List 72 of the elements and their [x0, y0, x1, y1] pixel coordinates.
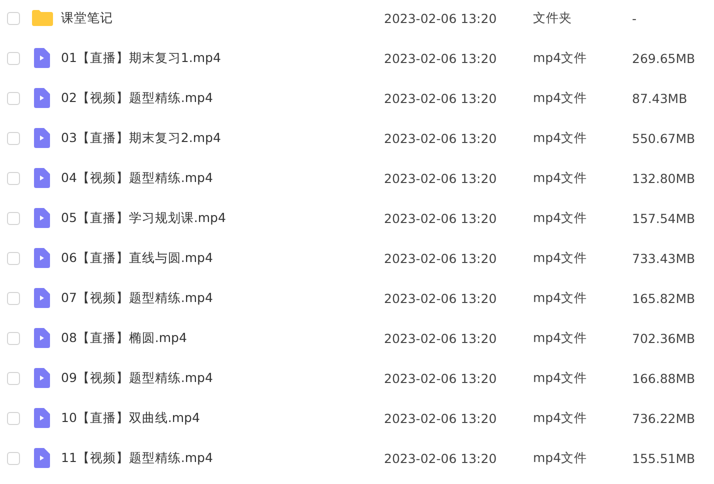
file-type: mp4文件: [533, 410, 588, 426]
video-file-icon: [34, 328, 50, 348]
file-name[interactable]: 课堂笔记: [61, 10, 384, 26]
video-file-icon: [34, 408, 50, 428]
video-file-icon: [34, 88, 50, 108]
file-name[interactable]: 10【直播】双曲线.mp4: [61, 410, 384, 426]
file-type: mp4文件: [533, 170, 588, 186]
checkbox[interactable]: [7, 372, 20, 384]
file-name[interactable]: 07【视频】题型精练.mp4: [61, 290, 384, 306]
modified-date: 2023-02-06 13:20: [384, 10, 498, 26]
file-size: -: [632, 10, 637, 26]
modified-date: 2023-02-06 13:20: [384, 210, 498, 226]
video-file-icon: [34, 168, 50, 188]
modified-date: 2023-02-06 13:20: [384, 450, 498, 466]
file-type: mp4文件: [533, 330, 588, 346]
file-size: 165.82MB: [632, 290, 696, 306]
modified-date: 2023-02-06 13:20: [384, 170, 498, 186]
file-type: mp4文件: [533, 370, 588, 386]
checkbox[interactable]: [7, 12, 20, 24]
modified-date: 2023-02-06 13:20: [384, 90, 498, 106]
checkbox[interactable]: [7, 92, 20, 104]
file-name[interactable]: 02【视频】题型精练.mp4: [61, 90, 384, 106]
file-size: 157.54MB: [632, 210, 696, 226]
file-name[interactable]: 08【直播】椭圆.mp4: [61, 330, 384, 346]
file-size: 702.36MB: [632, 330, 696, 346]
checkbox[interactable]: [7, 212, 20, 224]
modified-date: 2023-02-06 13:20: [384, 370, 498, 386]
modified-date: 2023-02-06 13:20: [384, 50, 498, 66]
file-size: 87.43MB: [632, 90, 688, 106]
file-size: 166.88MB: [632, 370, 696, 386]
file-name[interactable]: 01【直播】期末复习1.mp4: [61, 50, 384, 66]
file-name[interactable]: 03【直播】期末复习2.mp4: [61, 130, 384, 146]
folder-icon: [32, 10, 52, 26]
modified-date: 2023-02-06 13:20: [384, 410, 498, 426]
modified-date: 2023-02-06 13:20: [384, 250, 498, 266]
file-type: mp4文件: [533, 250, 588, 266]
file-size: 132.80MB: [632, 170, 696, 186]
checkbox[interactable]: [7, 332, 20, 344]
checkbox[interactable]: [7, 292, 20, 304]
video-file-icon: [34, 208, 50, 228]
checkbox[interactable]: [7, 252, 20, 264]
file-type: mp4文件: [533, 130, 588, 146]
file-size: 155.51MB: [632, 450, 696, 466]
file-size: 269.65MB: [632, 50, 696, 66]
file-type: mp4文件: [533, 290, 588, 306]
checkbox[interactable]: [7, 52, 20, 64]
checkbox[interactable]: [7, 132, 20, 144]
video-file-icon: [34, 288, 50, 308]
modified-date: 2023-02-06 13:20: [384, 330, 498, 346]
file-name[interactable]: 09【视频】题型精练.mp4: [61, 370, 384, 386]
file-type: mp4文件: [533, 90, 588, 106]
video-file-icon: [34, 368, 50, 388]
file-type: mp4文件: [533, 450, 588, 466]
file-size: 550.67MB: [632, 130, 696, 146]
video-file-icon: [34, 48, 50, 68]
file-type: mp4文件: [533, 210, 588, 226]
file-name[interactable]: 05【直播】学习规划课.mp4: [61, 210, 384, 226]
checkbox[interactable]: [7, 452, 20, 464]
checkbox[interactable]: [7, 412, 20, 424]
modified-date: 2023-02-06 13:20: [384, 130, 498, 146]
video-file-icon: [34, 128, 50, 148]
modified-date: 2023-02-06 13:20: [384, 290, 498, 306]
file-size: 733.43MB: [632, 250, 696, 266]
file-type: 文件夹: [533, 10, 573, 26]
video-file-icon: [34, 248, 50, 268]
checkbox[interactable]: [7, 172, 20, 184]
video-file-icon: [34, 448, 50, 468]
file-name[interactable]: 06【直播】直线与圆.mp4: [61, 250, 384, 266]
file-size: 736.22MB: [632, 410, 696, 426]
file-name[interactable]: 11【视频】题型精练.mp4: [61, 450, 384, 466]
file-name[interactable]: 04【视频】题型精练.mp4: [61, 170, 384, 186]
file-type: mp4文件: [533, 50, 588, 66]
